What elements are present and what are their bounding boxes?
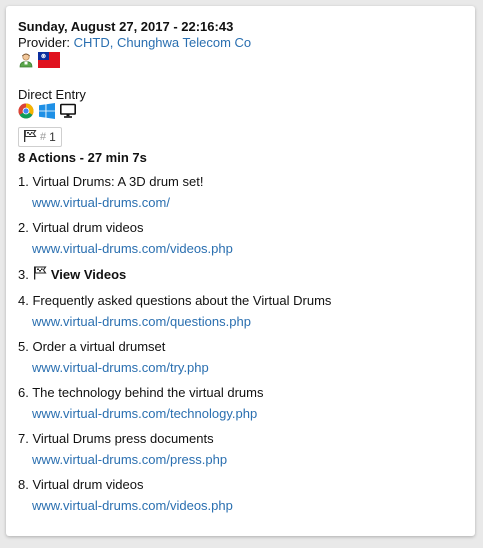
flag-icon <box>23 129 37 146</box>
list-item: 6. The technology behind the virtual dru… <box>18 385 463 422</box>
action-title: Virtual Drums press documents <box>32 431 214 446</box>
action-title: Frequently asked questions about the Vir… <box>32 293 332 308</box>
action-url-link[interactable]: www.virtual-drums.com/videos.php <box>32 241 233 257</box>
action-url-link[interactable]: www.virtual-drums.com/press.php <box>32 452 227 468</box>
event-flag-icon <box>33 266 47 284</box>
windows-icon <box>39 102 55 122</box>
action-title: The technology behind the virtual drums <box>32 385 264 400</box>
actions-summary: 8 Actions - 27 min 7s <box>18 150 147 165</box>
list-item: 8. Virtual drum videos www.virtual-drums… <box>18 477 463 514</box>
taiwan-flag-icon <box>38 51 60 71</box>
chrome-icon <box>18 103 34 122</box>
visitor-log-card: Sunday, August 27, 2017 - 22:16:43 Provi… <box>6 6 475 536</box>
list-item: 1. Virtual Drums: A 3D drum set! www.vir… <box>18 174 463 211</box>
action-title: Virtual drum videos <box>32 220 144 235</box>
action-url-link[interactable]: www.virtual-drums.com/questions.php <box>32 314 251 330</box>
visit-datetime: Sunday, August 27, 2017 - 22:16:43 <box>18 19 234 34</box>
provider-label: Provider: <box>18 35 71 50</box>
list-item: 7. Virtual Drums press documents www.vir… <box>18 431 463 468</box>
desktop-icon <box>60 103 76 122</box>
action-url-link[interactable]: www.virtual-drums.com/ <box>32 195 170 211</box>
visit-platform-icons <box>18 102 463 122</box>
action-title: View Videos <box>50 267 127 282</box>
action-number: 8. <box>18 477 29 492</box>
provider-line: Provider: CHTD, Chunghwa Telecom Co <box>18 35 463 50</box>
action-number: 6. <box>18 385 29 400</box>
action-url-link[interactable]: www.virtual-drums.com/try.php <box>32 360 209 376</box>
action-url-link[interactable]: www.virtual-drums.com/technology.php <box>32 406 257 422</box>
action-number: 4. <box>18 293 29 308</box>
action-number: 7. <box>18 431 29 446</box>
visit-number-badge: # 1 <box>18 127 62 147</box>
list-item: 4. Frequently asked questions about the … <box>18 293 463 330</box>
action-number: 1. <box>18 174 29 189</box>
list-item: 5. Order a virtual drumset www.virtual-d… <box>18 339 463 376</box>
action-url-link[interactable]: www.virtual-drums.com/videos.php <box>32 498 233 514</box>
action-number: 3. <box>18 267 29 282</box>
referrer-label: Direct Entry <box>18 87 86 102</box>
actions-list: 1. Virtual Drums: A 3D drum set! www.vir… <box>18 174 463 514</box>
visitor-profile-icon[interactable] <box>18 52 34 71</box>
action-number: 2. <box>18 220 29 235</box>
provider-link[interactable]: CHTD, Chunghwa Telecom Co <box>74 35 252 50</box>
visit-badge-number: 1 <box>49 130 56 144</box>
list-item-event: 3. View Videos <box>18 266 463 284</box>
action-title: Order a virtual drumset <box>32 339 166 354</box>
action-title: Virtual drum videos <box>32 477 144 492</box>
action-title: Virtual Drums: A 3D drum set! <box>32 174 204 189</box>
visitor-icons <box>18 51 463 71</box>
visit-badge-hash: # <box>40 131 47 143</box>
list-item: 2. Virtual drum videos www.virtual-drums… <box>18 220 463 257</box>
action-number: 5. <box>18 339 29 354</box>
